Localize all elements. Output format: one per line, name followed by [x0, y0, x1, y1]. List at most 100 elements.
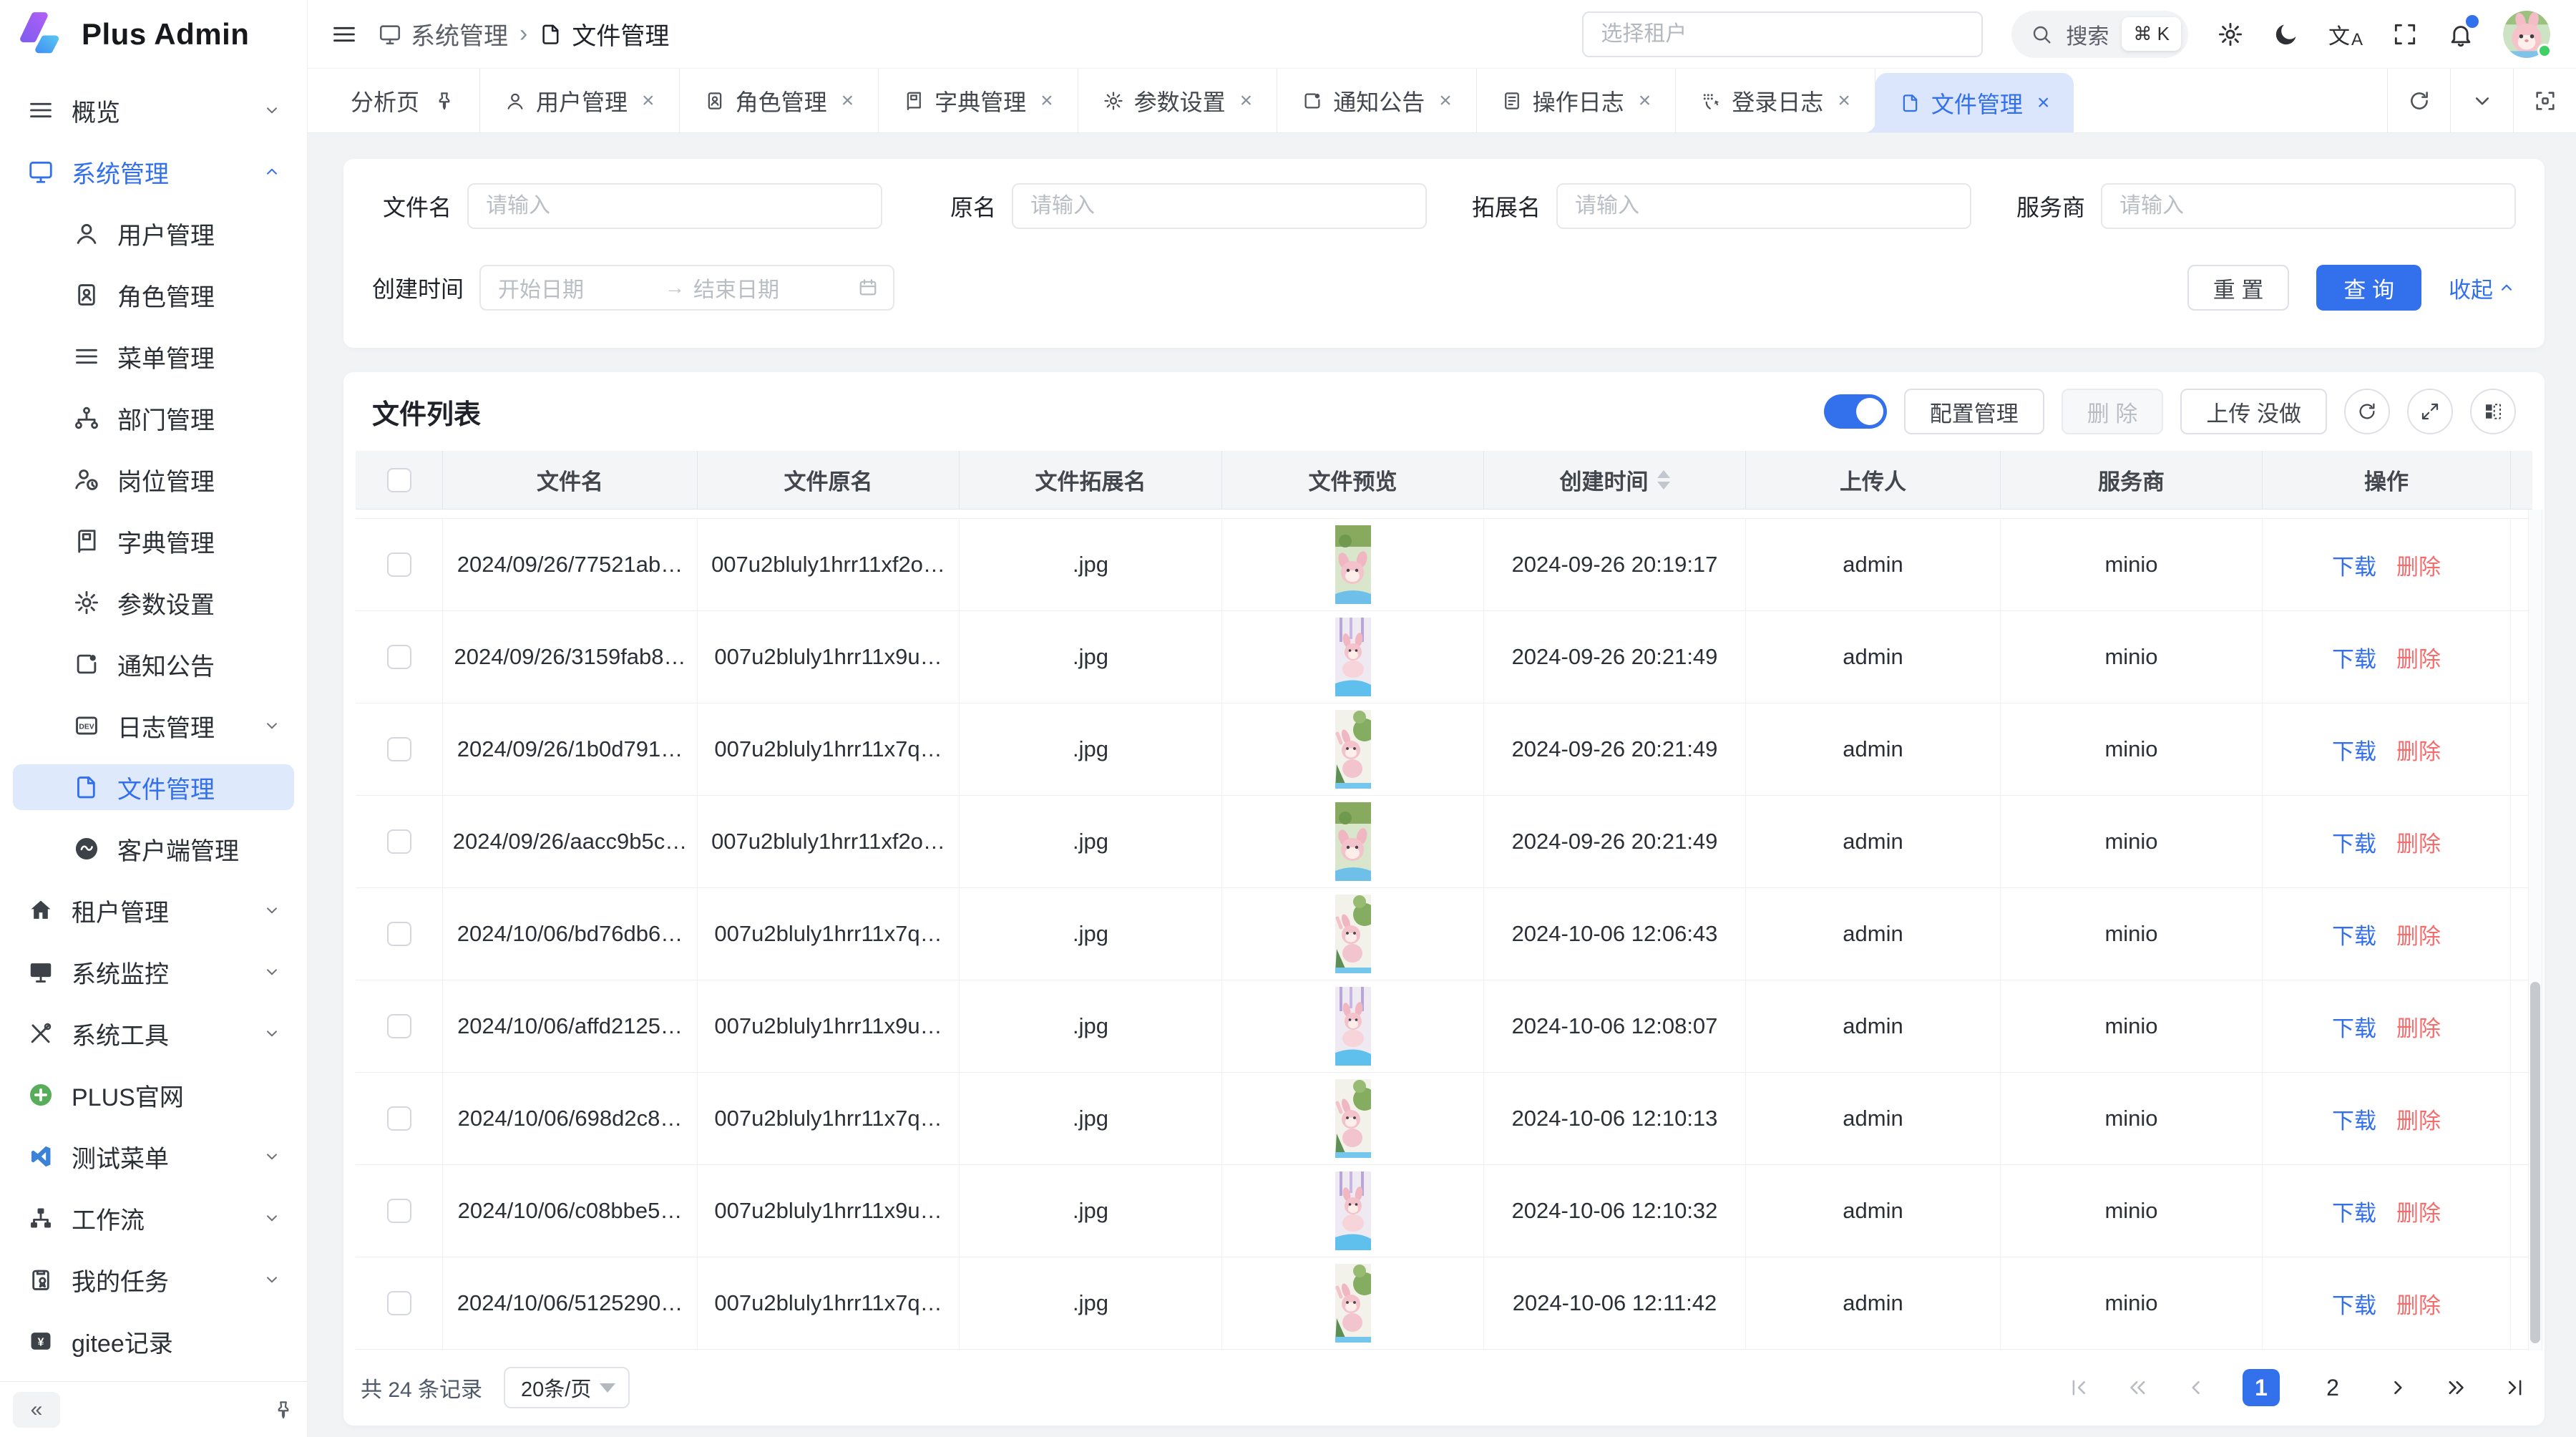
- pin-sidebar-icon[interactable]: [273, 1399, 294, 1421]
- sidebar-item-0[interactable]: 概览: [13, 87, 294, 133]
- refresh-table-icon[interactable]: [2344, 389, 2390, 434]
- sidebar-item-7[interactable]: 字典管理: [13, 518, 294, 564]
- prev-5-pages-icon[interactable]: [2125, 1375, 2150, 1400]
- menu-toggle-icon[interactable]: [331, 21, 358, 48]
- file-preview-thumbnail[interactable]: [1335, 1171, 1371, 1250]
- download-link[interactable]: 下载: [2332, 1195, 2376, 1227]
- tab-3[interactable]: 字典管理×: [879, 69, 1078, 132]
- column-header-7[interactable]: 操作: [2263, 451, 2511, 510]
- download-link[interactable]: 下载: [2332, 734, 2376, 766]
- breadcrumb-item-system[interactable]: 系统管理: [378, 16, 508, 52]
- file-preview-thumbnail[interactable]: [1335, 1264, 1371, 1343]
- table-scrollbar[interactable]: [2528, 510, 2542, 1350]
- sidebar-item-19[interactable]: 我的任务: [13, 1257, 294, 1302]
- next-page-icon[interactable]: [2386, 1375, 2410, 1400]
- date-range-picker[interactable]: 开始日期 → 结束日期: [479, 265, 894, 311]
- global-search[interactable]: 搜索 ⌘ K: [2011, 11, 2188, 58]
- avatar[interactable]: [2503, 11, 2550, 58]
- first-page-icon[interactable]: [2067, 1375, 2091, 1400]
- tab-0[interactable]: 分析页: [326, 69, 480, 132]
- row-checkbox[interactable]: [387, 737, 411, 761]
- filename-input[interactable]: [467, 183, 882, 229]
- provider-input[interactable]: [2101, 183, 2516, 229]
- sidebar-item-8[interactable]: 参数设置: [13, 580, 294, 625]
- sidebar-item-6[interactable]: 岗位管理: [13, 457, 294, 502]
- row-checkbox[interactable]: [387, 1106, 411, 1131]
- sidebar-item-10[interactable]: DEV日志管理: [13, 703, 294, 749]
- column-header-0[interactable]: 文件名: [443, 451, 698, 510]
- delete-link[interactable]: 删除: [2396, 1010, 2441, 1043]
- sidebar-item-16[interactable]: PLUS官网: [13, 1072, 294, 1118]
- column-header-6[interactable]: 服务商: [2001, 451, 2263, 510]
- delete-link[interactable]: 删除: [2396, 1195, 2441, 1227]
- collapse-filter-link[interactable]: 收起: [2449, 272, 2516, 304]
- close-icon[interactable]: ×: [642, 89, 655, 113]
- tab-8[interactable]: 文件管理×: [1875, 73, 2074, 132]
- close-icon[interactable]: ×: [1639, 89, 1652, 113]
- reset-button[interactable]: 重 置: [2187, 265, 2290, 311]
- delete-link[interactable]: 删除: [2396, 1287, 2441, 1320]
- tab-1[interactable]: 用户管理×: [480, 69, 680, 132]
- column-header-4[interactable]: 创建时间: [1484, 451, 1746, 510]
- content-fullscreen-icon[interactable]: [2513, 69, 2576, 132]
- tab-4[interactable]: 参数设置×: [1078, 69, 1278, 132]
- download-link[interactable]: 下载: [2332, 918, 2376, 950]
- search-button[interactable]: 查 询: [2316, 265, 2421, 311]
- sidebar-item-17[interactable]: 测试菜单: [13, 1134, 294, 1179]
- scrollbar-thumb[interactable]: [2530, 982, 2540, 1343]
- file-preview-thumbnail[interactable]: [1335, 802, 1371, 881]
- close-icon[interactable]: ×: [1838, 89, 1850, 113]
- sidebar-item-4[interactable]: 菜单管理: [13, 333, 294, 379]
- fullscreen-icon[interactable]: [2391, 21, 2419, 48]
- row-checkbox[interactable]: [387, 922, 411, 946]
- sidebar-item-1[interactable]: 系统管理: [13, 149, 294, 195]
- dark-mode-moon-icon[interactable]: [2273, 21, 2300, 48]
- expand-table-icon[interactable]: [2407, 389, 2453, 434]
- tab-6[interactable]: 操作日志×: [1477, 69, 1677, 132]
- row-checkbox[interactable]: [387, 552, 411, 577]
- last-page-icon[interactable]: [2503, 1375, 2527, 1400]
- sidebar-item-12[interactable]: 客户端管理: [13, 826, 294, 872]
- row-checkbox[interactable]: [387, 1291, 411, 1315]
- file-preview-thumbnail[interactable]: [1335, 895, 1371, 973]
- delete-link[interactable]: 删除: [2396, 549, 2441, 581]
- delete-link[interactable]: 删除: [2396, 641, 2441, 673]
- row-checkbox[interactable]: [387, 1199, 411, 1223]
- delete-link[interactable]: 删除: [2396, 1103, 2441, 1135]
- start-date-placeholder[interactable]: 开始日期: [498, 272, 656, 303]
- sidebar-item-14[interactable]: 系统监控: [13, 949, 294, 995]
- original-name-input[interactable]: [1012, 183, 1427, 229]
- page-size-select[interactable]: 20条/页: [504, 1367, 630, 1408]
- chevron-down-icon[interactable]: [2450, 69, 2513, 132]
- prev-page-icon[interactable]: [2184, 1375, 2208, 1400]
- column-header-2[interactable]: 文件拓展名: [960, 451, 1222, 510]
- upload-button[interactable]: 上传 没做: [2180, 389, 2327, 434]
- sidebar-item-2[interactable]: 用户管理: [13, 210, 294, 256]
- tab-7[interactable]: 登录日志×: [1676, 69, 1875, 132]
- sort-icon[interactable]: [1657, 470, 1670, 489]
- download-link[interactable]: 下载: [2332, 1010, 2376, 1043]
- end-date-placeholder[interactable]: 结束日期: [693, 272, 852, 303]
- sidebar-item-3[interactable]: 角色管理: [13, 272, 294, 318]
- column-header-5[interactable]: 上传人: [1746, 451, 2001, 510]
- sidebar-item-15[interactable]: 系统工具: [13, 1010, 294, 1056]
- notifications-bell-icon[interactable]: [2447, 21, 2474, 48]
- settings-gear-icon[interactable]: [2217, 21, 2244, 48]
- sidebar-item-5[interactable]: 部门管理: [13, 395, 294, 441]
- close-icon[interactable]: ×: [841, 89, 854, 113]
- file-preview-thumbnail[interactable]: [1335, 710, 1371, 789]
- config-management-button[interactable]: 配置管理: [1904, 389, 2044, 434]
- delete-link[interactable]: 删除: [2396, 826, 2441, 858]
- pin-icon[interactable]: [434, 90, 455, 112]
- tab-2[interactable]: 角色管理×: [680, 69, 879, 132]
- tab-5[interactable]: 通知公告×: [1277, 69, 1477, 132]
- close-icon[interactable]: ×: [1040, 89, 1053, 113]
- download-link[interactable]: 下载: [2332, 641, 2376, 673]
- column-settings-icon[interactable]: [2470, 389, 2516, 434]
- translate-icon[interactable]: 文A: [2328, 19, 2363, 50]
- delete-button[interactable]: 删 除: [2062, 389, 2164, 434]
- column-header-3[interactable]: 文件预览: [1222, 451, 1484, 510]
- delete-link[interactable]: 删除: [2396, 734, 2441, 766]
- download-link[interactable]: 下载: [2332, 1287, 2376, 1320]
- file-preview-thumbnail[interactable]: [1335, 987, 1371, 1066]
